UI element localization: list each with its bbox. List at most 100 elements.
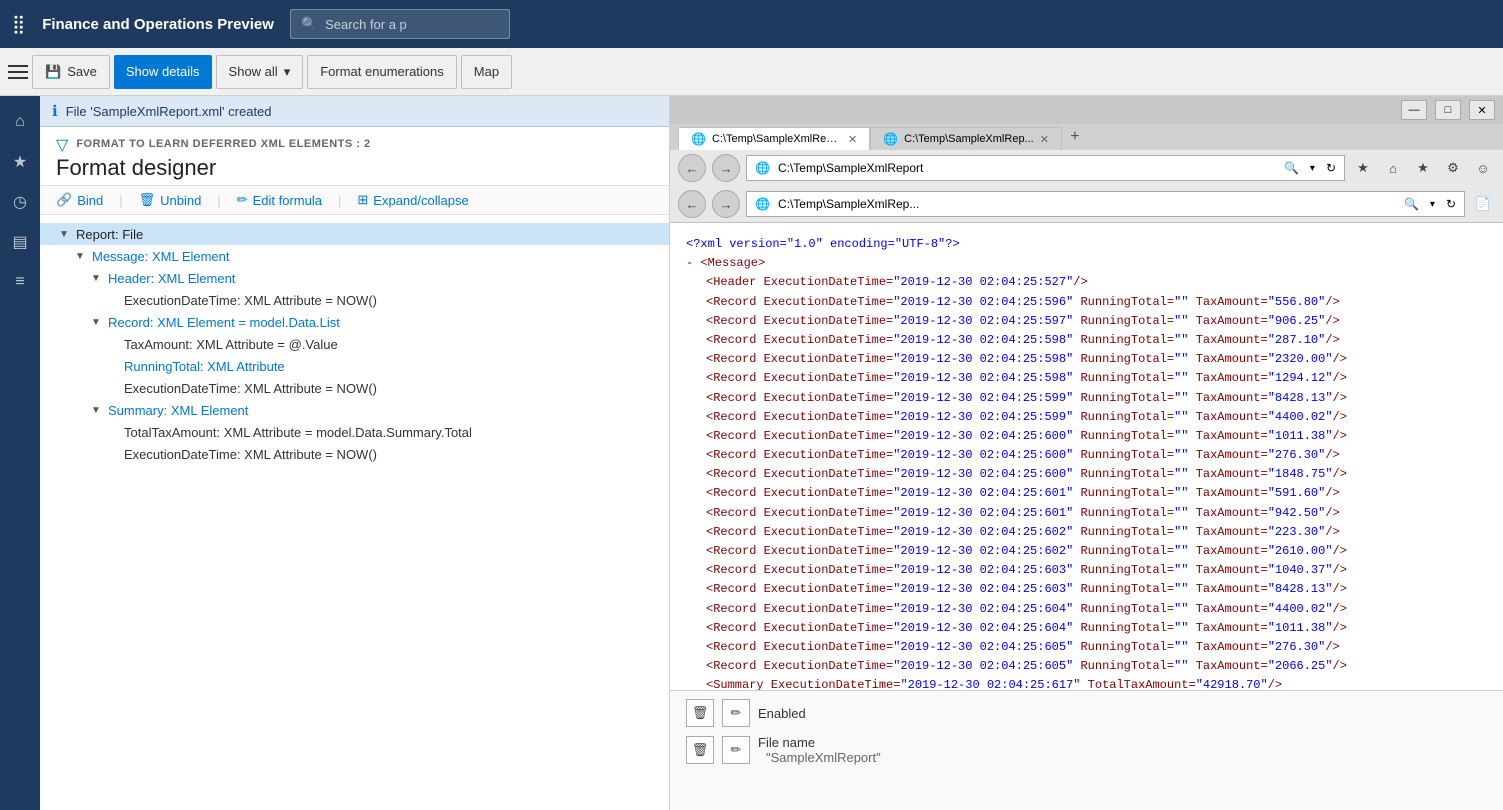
xml-record-12: <Record ExecutionDateTime="2019-12-30 02… <box>686 504 1487 523</box>
filename-delete-button[interactable]: 🗑 <box>686 736 714 764</box>
address-search-icon[interactable]: 🔍 <box>1284 161 1299 175</box>
expand-collapse-button[interactable]: ⊞ Expand/collapse <box>357 192 468 208</box>
browser-title-bar: — □ ✕ <box>670 96 1503 124</box>
tree-container: ▼ Report: File ▼ Message: XML Element ▼ … <box>40 215 669 810</box>
address-dropdown-icon-2[interactable]: ▾ <box>1430 199 1435 210</box>
browser-address-bar-2: ← → 🌐 C:\Temp\SampleXmlRep... 🔍 ▾ ↻ 📄 <box>670 186 1503 222</box>
tree-node-record[interactable]: ▼ Record: XML Element = model.Data.List <box>40 311 669 333</box>
ie-address-icon-2: 🌐 <box>755 197 770 211</box>
tree-expand-icon: ▼ <box>88 270 104 286</box>
map-button[interactable]: Map <box>461 55 512 89</box>
sidebar-list-icon[interactable]: ≡ <box>2 264 38 300</box>
tree-node-execution-dt2[interactable]: ExecutionDateTime: XML Attribute = NOW() <box>40 377 669 399</box>
bind-button[interactable]: 🔗 Bind <box>56 192 103 208</box>
tree-node-label: Report: File <box>76 227 143 242</box>
maximize-button[interactable]: □ <box>1435 100 1461 120</box>
back-button-2[interactable]: ← <box>678 190 706 218</box>
sidebar-history-icon[interactable]: ◷ <box>2 184 38 220</box>
tree-node-execution-dt3[interactable]: ExecutionDateTime: XML Attribute = NOW() <box>40 443 669 465</box>
forward-button[interactable]: → <box>712 154 740 182</box>
format-enumerations-button[interactable]: Format enumerations <box>307 55 457 89</box>
browser-home-icon[interactable]: ⌂ <box>1381 156 1405 180</box>
tree-node-label: Record: XML Element = model.Data.List <box>108 315 340 330</box>
tab-1-close[interactable]: ✕ <box>848 133 857 146</box>
refresh-icon-2[interactable]: ↻ <box>1446 197 1456 211</box>
show-details-button[interactable]: Show details <box>114 55 212 89</box>
sidebar-home-icon[interactable]: ⌂ <box>2 104 38 140</box>
search-placeholder: Search for a p <box>325 17 407 32</box>
tree-node-execution-dt1[interactable]: ExecutionDateTime: XML Attribute = NOW() <box>40 289 669 311</box>
bind-icon: 🔗 <box>56 192 72 208</box>
new-tab-star-icon[interactable]: 📄 <box>1471 192 1495 216</box>
tree-node-runningtotal[interactable]: RunningTotal: XML Attribute <box>40 355 669 377</box>
xml-record-15: <Record ExecutionDateTime="2019-12-30 02… <box>686 561 1487 580</box>
tree-expand-spacer <box>104 446 120 462</box>
address-search-icon-2[interactable]: 🔍 <box>1404 197 1419 211</box>
enabled-label: Enabled <box>758 706 806 721</box>
notification-message: File 'SampleXmlReport.xml' created <box>66 104 272 119</box>
format-title: Format designer <box>56 155 653 181</box>
filename-edit-button[interactable]: ✏ <box>722 736 750 764</box>
left-panel: ℹ File 'SampleXmlReport.xml' created ▽ F… <box>40 96 670 810</box>
enabled-edit-button[interactable]: ✏ <box>722 699 750 727</box>
address-input-2[interactable]: 🌐 C:\Temp\SampleXmlRep... 🔍 ▾ ↻ <box>746 191 1465 217</box>
xml-record-3: <Record ExecutionDateTime="2019-12-30 02… <box>686 331 1487 350</box>
tree-node-label: ExecutionDateTime: XML Attribute = NOW() <box>124 381 377 396</box>
filter-icon[interactable]: ▽ <box>56 135 68 155</box>
xml-summary-line: <Summary ExecutionDateTime="2019-12-30 0… <box>686 676 1487 690</box>
tree-node-message[interactable]: ▼ Message: XML Element <box>40 245 669 267</box>
save-button[interactable]: 💾 Save <box>32 55 110 89</box>
sidebar-icons: ⌂ ★ ◷ ▤ ≡ <box>0 96 40 810</box>
forward-button-2[interactable]: → <box>712 190 740 218</box>
sidebar-calendar-icon[interactable]: ▤ <box>2 224 38 260</box>
enabled-delete-button[interactable]: 🗑 <box>686 699 714 727</box>
tree-expand-spacer <box>104 380 120 396</box>
app-title: Finance and Operations Preview <box>42 16 274 33</box>
notification-bar: ℹ File 'SampleXmlReport.xml' created <box>40 96 669 127</box>
show-all-button[interactable]: Show all ▾ <box>216 55 304 89</box>
new-tab-button[interactable]: + <box>1062 124 1088 150</box>
menu-hamburger-icon[interactable] <box>8 65 28 79</box>
address-dropdown-icon[interactable]: ▾ <box>1310 163 1315 174</box>
xml-record-16: <Record ExecutionDateTime="2019-12-30 02… <box>686 580 1487 599</box>
ie-tab-icon: 🌐 <box>691 132 706 146</box>
main-layout: ⌂ ★ ◷ ▤ ≡ ℹ File 'SampleXmlReport.xml' c… <box>0 96 1503 810</box>
unbind-button[interactable]: 🗑 Unbind <box>139 192 202 208</box>
tree-node-summary[interactable]: ▼ Summary: XML Element <box>40 399 669 421</box>
xml-record-14: <Record ExecutionDateTime="2019-12-30 02… <box>686 542 1487 561</box>
xml-record-5: <Record ExecutionDateTime="2019-12-30 02… <box>686 369 1487 388</box>
tree-node-header[interactable]: ▼ Header: XML Element <box>40 267 669 289</box>
tree-node-label: Header: XML Element <box>108 271 235 286</box>
sidebar-star-icon[interactable]: ★ <box>2 144 38 180</box>
tree-node-taxamount[interactable]: TaxAmount: XML Attribute = @.Value <box>40 333 669 355</box>
browser-settings-icon[interactable]: ⚙ <box>1441 156 1465 180</box>
close-button[interactable]: ✕ <box>1469 100 1495 120</box>
browser-tab-2[interactable]: 🌐 C:\Temp\SampleXmlRep... ✕ <box>870 127 1062 150</box>
xml-record-7: <Record ExecutionDateTime="2019-12-30 02… <box>686 408 1487 427</box>
tab-2-title: C:\Temp\SampleXmlRep... <box>904 133 1034 145</box>
refresh-icon[interactable]: ↻ <box>1326 161 1336 175</box>
xml-record-4: <Record ExecutionDateTime="2019-12-30 02… <box>686 350 1487 369</box>
address-input-1[interactable]: 🌐 C:\Temp\SampleXmlReport 🔍 ▾ ↻ <box>746 155 1345 181</box>
tree-node-totaltaxamount[interactable]: TotalTaxAmount: XML Attribute = model.Da… <box>40 421 669 443</box>
browser-tab-1[interactable]: 🌐 C:\Temp\SampleXmlReport ✕ <box>678 127 870 150</box>
search-box[interactable]: 🔍 Search for a p <box>290 9 510 39</box>
xml-record-2: <Record ExecutionDateTime="2019-12-30 02… <box>686 312 1487 331</box>
tree-expand-spacer <box>104 336 120 352</box>
minimize-button[interactable]: — <box>1401 100 1427 120</box>
browser-smiley-icon[interactable]: ☺ <box>1471 156 1495 180</box>
grid-icon[interactable]: ⣿ <box>12 14 26 35</box>
browser-star-icon[interactable]: ★ <box>1351 156 1375 180</box>
ie-address-icon: 🌐 <box>755 161 770 175</box>
tree-node-label: TotalTaxAmount: XML Attribute = model.Da… <box>124 425 472 440</box>
tree-expand-spacer <box>104 424 120 440</box>
tree-node-report-file[interactable]: ▼ Report: File <box>40 223 669 245</box>
edit-formula-button[interactable]: ✏ Edit formula <box>237 192 322 208</box>
back-button[interactable]: ← <box>678 154 706 182</box>
tree-node-label: Message: XML Element <box>92 249 230 264</box>
tree-expand-icon: ▼ <box>88 402 104 418</box>
tab-2-close[interactable]: ✕ <box>1040 133 1049 146</box>
tree-node-label: ExecutionDateTime: XML Attribute = NOW() <box>124 447 377 462</box>
address-text-2: C:\Temp\SampleXmlRep... <box>778 197 1396 211</box>
browser-favorites-icon[interactable]: ★ <box>1411 156 1435 180</box>
